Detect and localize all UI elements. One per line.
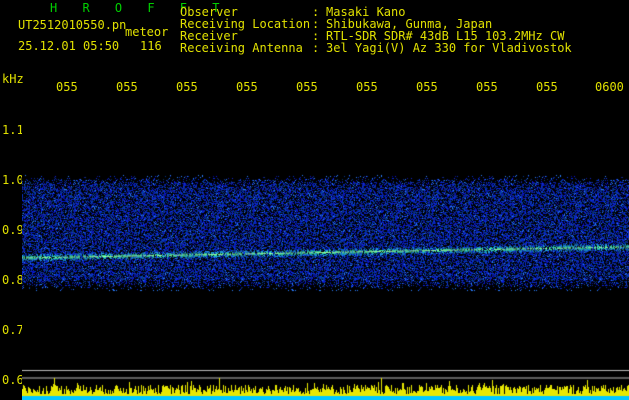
y-tick-label: 0.6: [2, 373, 24, 387]
meteor-count: 116: [140, 39, 162, 53]
time-tick-label: 055: [356, 81, 378, 93]
y-tick-label: 0.8: [2, 273, 24, 287]
time-tick-label: 0600: [595, 81, 624, 93]
y-tick-label: 0.9: [2, 223, 24, 237]
info-separator: :: [312, 41, 320, 55]
time-tick-label: 055: [536, 81, 558, 93]
time-tick-label: 055: [116, 81, 138, 93]
y-axis-unit: kHz: [2, 72, 24, 86]
time-tick-label: 055: [416, 81, 438, 93]
time-tick-label: 055: [176, 81, 198, 93]
event-label: meteor: [125, 25, 169, 39]
time-tick-label: 055: [236, 81, 258, 93]
y-tick-label: 0.7: [2, 323, 24, 337]
capture-datetime: 25.12.01 05:50: [18, 39, 120, 53]
spectrogram-plot: [22, 98, 629, 400]
file-name: UT2512010550.pn: [18, 18, 127, 32]
y-tick-label: 1.0: [2, 173, 24, 187]
time-tick-label: 055: [476, 81, 498, 93]
time-tick-label: 055: [296, 81, 318, 93]
time-tick-label: 055: [56, 81, 78, 93]
info-value-antenna: 3el Yagi(V) Az 330 for Vladivostok: [326, 41, 572, 55]
info-key-antenna: Receiving Antenna: [180, 41, 303, 55]
y-tick-label: 1.1: [2, 123, 24, 137]
